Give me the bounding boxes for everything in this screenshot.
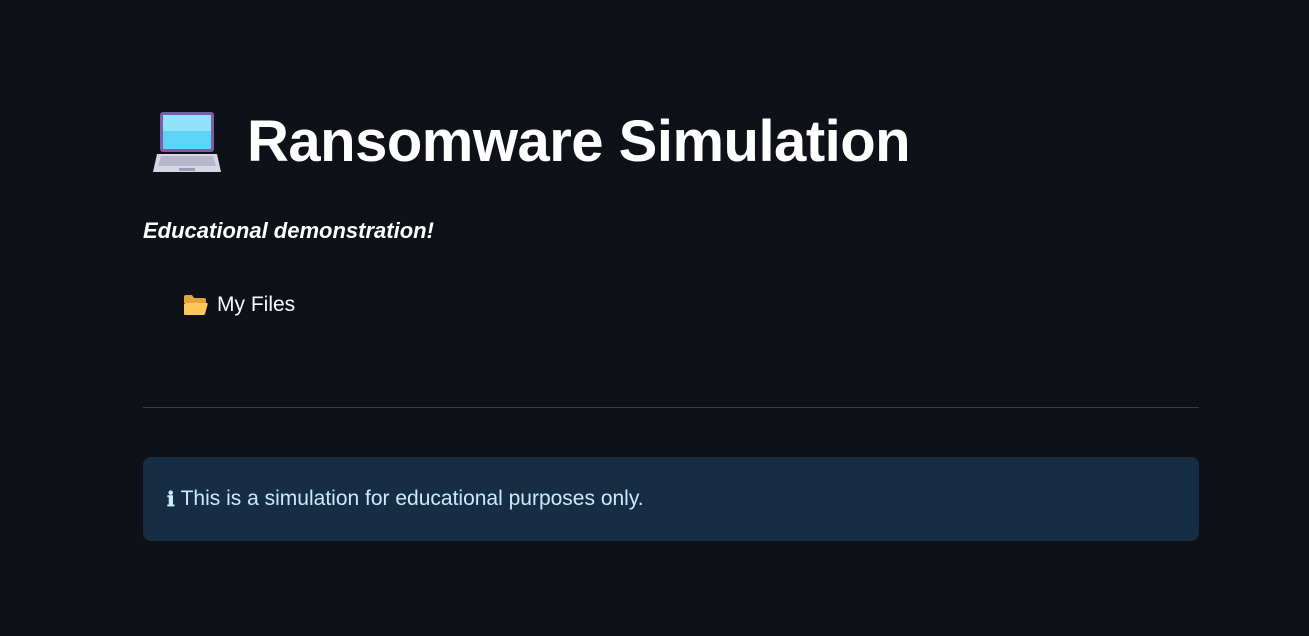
app-root: Ransomware Simulation Educational demons… [0, 0, 1309, 636]
page-title: Ransomware Simulation [247, 109, 911, 174]
my-files-label: My Files [217, 293, 296, 316]
laptop-icon [153, 108, 221, 176]
divider [143, 407, 1199, 408]
information-icon: ℹ [167, 487, 175, 511]
info-message: This is a simulation for educational pur… [180, 487, 644, 510]
info-alert: ℹ This is a simulation for educational p… [143, 457, 1199, 541]
subtitle: Educational demonstration! [143, 218, 434, 243]
my-files-item[interactable]: My Files [183, 293, 295, 317]
folder-open-icon [183, 294, 208, 316]
title-row: Ransomware Simulation [153, 108, 911, 176]
